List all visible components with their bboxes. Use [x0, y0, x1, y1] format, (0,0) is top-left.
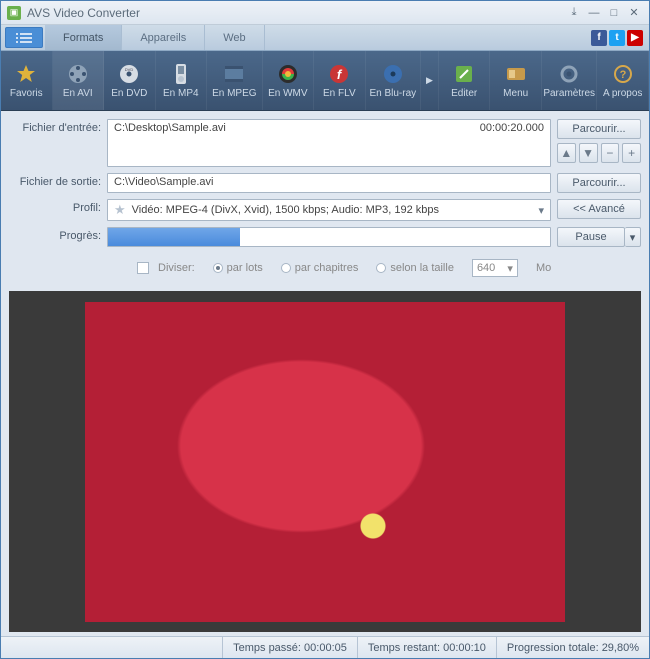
tool-editer[interactable]: Editer — [439, 51, 491, 110]
app-window: { "title": "AVS Video Converter", "tabs"… — [0, 0, 650, 659]
tool-favoris[interactable]: Favoris — [1, 51, 53, 110]
close-icon[interactable]: ✕ — [625, 6, 643, 20]
tab-bar: Formats Appareils Web f t ▶ — [1, 25, 649, 51]
status-remaining: Temps restant: 00:00:10 — [357, 637, 496, 658]
split-options-row: Diviser: par lots par chapitres selon la… — [9, 253, 641, 283]
split-parchapitres-radio[interactable]: par chapitres — [281, 262, 359, 274]
chevron-down-icon: ▾ — [507, 262, 513, 275]
title-bar: ▣ AVS Video Converter ⤓ — □ ✕ — [1, 1, 649, 25]
output-file-row: Fichier de sortie: C:\Video\Sample.avi P… — [9, 173, 641, 193]
progress-fill — [108, 228, 240, 246]
edit-icon — [452, 62, 476, 86]
progress-row: Progrès: Pause ▾ — [9, 227, 641, 247]
progress-bar — [107, 227, 551, 247]
output-file-field[interactable]: C:\Video\Sample.avi — [107, 173, 551, 193]
ipod-icon — [169, 62, 193, 86]
app-icon: ▣ — [7, 6, 21, 20]
preview-frame — [85, 302, 565, 622]
gear-icon — [557, 62, 581, 86]
main-panel: Fichier d'entrée: C:\Desktop\Sample.avi … — [1, 111, 649, 636]
tool-flv[interactable]: fEn FLV — [314, 51, 366, 110]
input-file-list[interactable]: C:\Desktop\Sample.avi 00:00:20.000 — [107, 119, 551, 167]
input-side-buttons: Parcourir... ▲ ▼ − + — [557, 119, 641, 163]
flash-icon: f — [327, 62, 351, 86]
pause-dropdown[interactable]: ▾ — [625, 227, 641, 247]
status-elapsed: Temps passé: 00:00:05 — [222, 637, 357, 658]
profile-row: Profil: ★ Vidéo: MPEG-4 (DivX, Xvid), 15… — [9, 199, 641, 221]
svg-text:?: ? — [619, 69, 626, 81]
browse-output-button[interactable]: Parcourir... — [557, 173, 641, 193]
youtube-icon[interactable]: ▶ — [627, 30, 643, 46]
app-title: AVS Video Converter — [27, 6, 563, 20]
star-outline-icon: ★ — [114, 202, 126, 218]
tool-mp4[interactable]: En MP4 — [156, 51, 208, 110]
tool-mpeg[interactable]: En MPEG — [207, 51, 262, 110]
chevron-right-icon: ▶ — [426, 75, 433, 86]
add-file-button[interactable]: + — [622, 143, 641, 163]
radio-icon — [213, 263, 223, 273]
input-file-name: C:\Desktop\Sample.avi — [114, 122, 226, 134]
tool-wmv[interactable]: En WMV — [263, 51, 315, 110]
advanced-button[interactable]: << Avancé — [557, 199, 641, 219]
input-file-row: Fichier d'entrée: C:\Desktop\Sample.avi … — [9, 119, 641, 167]
move-up-button[interactable]: ▲ — [557, 143, 576, 163]
remove-file-button[interactable]: − — [601, 143, 620, 163]
video-preview — [9, 291, 641, 632]
tab-web[interactable]: Web — [205, 25, 264, 50]
progress-label: Progrès: — [9, 227, 101, 242]
tool-menu[interactable]: Menu — [490, 51, 542, 110]
split-checkbox[interactable]: Diviser: — [137, 262, 195, 274]
menu-icon — [504, 62, 528, 86]
move-down-button[interactable]: ▼ — [579, 143, 598, 163]
radio-icon — [281, 263, 291, 273]
film-icon — [222, 62, 246, 86]
format-toolbar: Favoris En AVI DVDEn DVD En MP4 En MPEG … — [1, 51, 649, 111]
social-links: f t ▶ — [591, 25, 649, 50]
browse-input-button[interactable]: Parcourir... — [557, 119, 641, 139]
checkbox-icon — [137, 262, 149, 274]
profile-label: Profil: — [9, 199, 101, 214]
bluray-icon — [381, 62, 405, 86]
profile-dropdown[interactable]: ★ Vidéo: MPEG-4 (DivX, Xvid), 1500 kbps;… — [107, 199, 551, 221]
split-parlots-radio[interactable]: par lots — [213, 262, 263, 274]
radio-icon — [376, 263, 386, 273]
status-total: Progression totale: 29,80% — [496, 637, 649, 658]
toolbar-more[interactable]: ▶ — [421, 51, 439, 110]
twitter-icon[interactable]: t — [609, 30, 625, 46]
tool-apropos[interactable]: ?A propos — [597, 51, 649, 110]
svg-text:DVD: DVD — [125, 67, 134, 72]
split-unit: Mo — [536, 262, 551, 274]
view-mode-button[interactable] — [5, 27, 43, 48]
pause-button[interactable]: Pause — [557, 227, 625, 247]
minimize-icon[interactable]: — — [585, 6, 603, 20]
wmv-icon — [276, 62, 300, 86]
tool-bluray[interactable]: En Blu-ray — [366, 51, 421, 110]
star-icon — [14, 62, 38, 86]
tool-dvd[interactable]: DVDEn DVD — [104, 51, 156, 110]
input-file-duration: 00:00:20.000 — [480, 122, 544, 134]
download-icon[interactable]: ⤓ — [565, 6, 583, 20]
film-reel-icon — [66, 62, 90, 86]
split-selontaille-radio[interactable]: selon la taille — [376, 262, 454, 274]
tool-avi[interactable]: En AVI — [53, 51, 105, 110]
split-size-field[interactable]: 640▾ — [472, 259, 518, 277]
status-bar: Temps passé: 00:00:05 Temps restant: 00:… — [1, 636, 649, 658]
dvd-icon: DVD — [117, 62, 141, 86]
maximize-icon[interactable]: □ — [605, 6, 623, 20]
facebook-icon[interactable]: f — [591, 30, 607, 46]
tool-parametres[interactable]: Paramètres — [542, 51, 597, 110]
profile-text: Vidéo: MPEG-4 (DivX, Xvid), 1500 kbps; A… — [132, 204, 439, 216]
tab-appareils[interactable]: Appareils — [122, 25, 205, 50]
output-file-value: C:\Video\Sample.avi — [114, 176, 213, 188]
output-file-label: Fichier de sortie: — [9, 173, 101, 188]
tab-formats[interactable]: Formats — [45, 25, 122, 50]
input-file-label: Fichier d'entrée: — [9, 119, 101, 134]
help-icon: ? — [611, 62, 635, 86]
chevron-down-icon: ▾ — [538, 204, 544, 217]
